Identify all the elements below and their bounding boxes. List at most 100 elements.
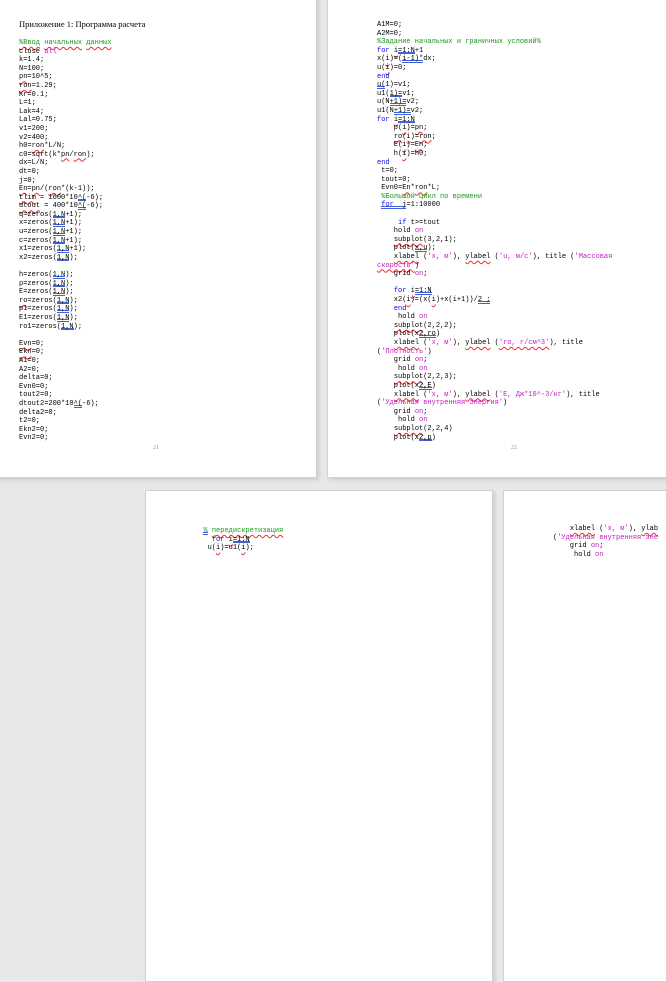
- code-line: E1=zeros(1,N);: [19, 314, 111, 323]
- code-line: ro1=zeros(1,N);: [19, 323, 111, 332]
- code-line: grid on;: [553, 542, 658, 551]
- code-line: pn=10^5;: [19, 73, 111, 82]
- code-line: dtout2=200*10^(-6);: [19, 400, 111, 409]
- code-line: % передискретизация: [195, 527, 283, 536]
- code-line: delta=0;: [19, 374, 111, 383]
- code-line: E=zeros(1,N);: [19, 288, 111, 297]
- code-block-page-23: % передискретизация for i=1:N u(i)=u1(i)…: [195, 527, 283, 553]
- code-line: A1M=0;: [377, 21, 612, 30]
- code-line: Kr=0.1;: [19, 91, 111, 100]
- code-line: u=zeros(1,N+1);: [19, 228, 111, 237]
- code-line: x2(i)=(x(i)+x(i+1))/2 ;: [377, 296, 612, 305]
- document-canvas: { "colors": { "canvas_gray": "#e8e8e8", …: [0, 0, 666, 550]
- code-line: p1=zeros(1,N);: [19, 305, 111, 314]
- code-line: tlim = 1600*10^(-6);: [19, 194, 111, 203]
- code-line: Evn=0;: [19, 340, 111, 349]
- page-number-22: 22: [328, 445, 666, 451]
- code-line: u(i)=u1(i);: [195, 544, 283, 553]
- code-line: k=1.4;: [19, 56, 111, 65]
- code-line: j=0;: [19, 177, 111, 186]
- code-line: subplot(2,2,4): [377, 425, 612, 434]
- code-line: subplot(2,2,2);: [377, 322, 612, 331]
- code-line: Evn0=En*ron*L;: [377, 184, 612, 193]
- code-line: hold on: [553, 551, 658, 560]
- code-line: p(i)=pn;: [377, 124, 612, 133]
- code-line: end: [377, 305, 612, 314]
- code-line: grid on;: [377, 270, 612, 279]
- code-line: Lak=4;: [19, 108, 111, 117]
- code-line: u(i)=0;: [377, 64, 612, 73]
- code-line: L=1;: [19, 99, 111, 108]
- code-line: p=zeros(1,N);: [19, 280, 111, 289]
- code-line: Ekn2=0;: [19, 426, 111, 435]
- code-line: xlabel ('x, м'), ylabel ('u, м/с'), titl…: [377, 253, 612, 262]
- code-line: close all: [19, 48, 111, 57]
- code-line: скорость'): [377, 262, 612, 271]
- code-line: A2M=0;: [377, 30, 612, 39]
- code-line: for i=1:N: [195, 536, 283, 545]
- code-line: u(N+1)=v2;: [377, 98, 612, 107]
- code-line: dx=L/N;: [19, 159, 111, 168]
- code-line: v2=400;: [19, 134, 111, 143]
- code-line: v1=200;: [19, 125, 111, 134]
- code-block-page-24: xlabel ('x, м'), ylab('Удельная внутренн…: [553, 525, 658, 559]
- code-line: tout2=0;: [19, 391, 111, 400]
- code-line: x(i)=(i-1)*dx;: [377, 55, 612, 64]
- code-line: dtout = 400*10^(-6);: [19, 202, 111, 211]
- document-page-24[interactable]: xlabel ('x, м'), ylab('Удельная внутренн…: [503, 490, 666, 982]
- code-line: h=zeros(1,N);: [19, 271, 111, 280]
- code-line: hold on: [377, 227, 612, 236]
- code-line: end: [377, 159, 612, 168]
- code-line: En=pn/(ron*(k-1));: [19, 185, 111, 194]
- code-line: grid on;: [377, 408, 612, 417]
- code-line: c0=sqrt(k*pn/ron);: [19, 151, 111, 160]
- document-page-23[interactable]: % передискретизация for i=1:N u(i)=u1(i)…: [145, 490, 493, 982]
- code-line: x2=zeros(1,N);: [19, 254, 111, 263]
- code-line: plot(x,u);: [377, 244, 612, 253]
- code-line: for j=1:10000: [377, 201, 612, 210]
- code-line: subplot(3,2,1);: [377, 236, 612, 245]
- code-line: plot(x2,p): [377, 434, 612, 443]
- code-line: E(i)=En;: [377, 141, 612, 150]
- code-line: for i=1:N+1: [377, 47, 612, 56]
- code-line: h(i)=h0;: [377, 150, 612, 159]
- code-line: ron=1.29;: [19, 82, 111, 91]
- code-line: q=zeros(1,N+1);: [19, 211, 111, 220]
- code-line: %Ввод начальных данных: [19, 39, 111, 48]
- code-line: [377, 210, 612, 219]
- code-line: end: [377, 73, 612, 82]
- code-line: hold on: [377, 313, 612, 322]
- code-line: u(1)=v1;: [377, 81, 612, 90]
- code-line: ('Удельная внутренняя эне: [553, 534, 658, 543]
- code-line: ro(i)=ron;: [377, 133, 612, 142]
- code-line: dt=0;: [19, 168, 111, 177]
- code-line: xlabel ('x, м'), ylabel ('E, Дж*10^-3/кг…: [377, 391, 612, 400]
- code-line: ('Удельная внутренняя энергия'): [377, 399, 612, 408]
- code-line: Evn2=0;: [19, 434, 111, 443]
- document-page-21[interactable]: Приложение 1: Программа расчета %Ввод на…: [0, 0, 317, 478]
- code-line: x1=zeros(1,N+1);: [19, 245, 111, 254]
- code-line: c=zeros(1,N+1);: [19, 237, 111, 246]
- code-line: A2=0;: [19, 366, 111, 375]
- code-line: subplot(2,2,3);: [377, 373, 612, 382]
- code-line: plot(x2,ro): [377, 330, 612, 339]
- code-line: h0=ron*L/N;: [19, 142, 111, 151]
- code-line: ro=zeros(1,N);: [19, 297, 111, 306]
- code-line: [19, 331, 111, 340]
- code-line: hold on: [377, 416, 612, 425]
- code-line: u1(N+1)=v2;: [377, 107, 612, 116]
- document-page-22[interactable]: A1M=0;A2M=0;%Задание начальных и граничн…: [327, 0, 666, 478]
- code-block-page-21: %Ввод начальных данныхclose allk=1.4;N=1…: [19, 39, 111, 443]
- code-line: xlabel ('x, м'), ylabel ('ro, г/см^3'), …: [377, 339, 612, 348]
- code-line: [377, 279, 612, 288]
- code-line: u1(1)=v1;: [377, 90, 612, 99]
- code-line: Lal=0.75;: [19, 116, 111, 125]
- code-line: [19, 262, 111, 271]
- code-line: t2=0;: [19, 417, 111, 426]
- code-line: delta2=0;: [19, 409, 111, 418]
- code-line: ('Плотность'): [377, 348, 612, 357]
- code-line: Ekn=0;: [19, 348, 111, 357]
- page-number-21: 21: [0, 445, 316, 451]
- appendix-title: Приложение 1: Программа расчета: [19, 19, 146, 29]
- code-line: plot(x2,E): [377, 382, 612, 391]
